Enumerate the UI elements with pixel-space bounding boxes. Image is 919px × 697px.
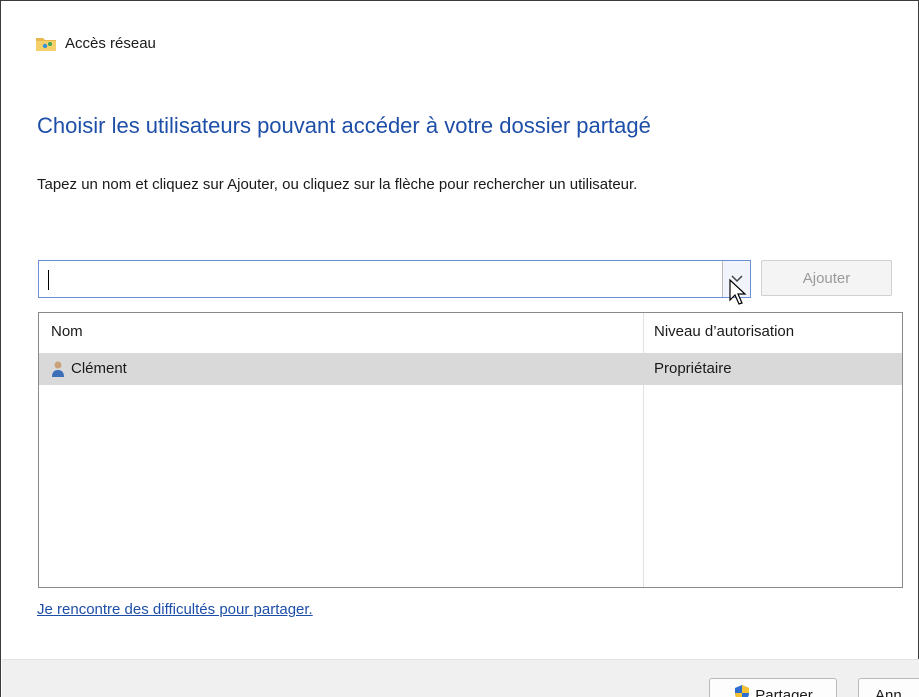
uac-shield-icon <box>733 684 751 697</box>
folder-share-icon <box>35 34 57 52</box>
share-dialog-window: Accès réseau Choisir les utilisateurs po… <box>0 0 919 697</box>
share-button[interactable]: Partager <box>709 678 837 697</box>
window-title: Accès réseau <box>65 34 156 52</box>
user-icon <box>51 360 65 378</box>
help-link[interactable]: Je rencontre des difficultés pour partag… <box>37 601 313 618</box>
instruction-text: Tapez un nom et cliquez sur Ajouter, ou … <box>37 176 638 193</box>
text-caret <box>48 270 49 290</box>
mouse-cursor-icon <box>728 278 748 308</box>
title-bar: Accès réseau <box>35 31 156 55</box>
add-user-button[interactable]: Ajouter <box>761 260 892 296</box>
table-row[interactable]: Clément Propriétaire <box>39 353 902 385</box>
share-button-label: Partager <box>755 686 813 697</box>
table-header: Nom Niveau d’autorisation <box>39 313 902 351</box>
column-header-name[interactable]: Nom <box>51 323 83 340</box>
user-name-input[interactable] <box>39 261 722 297</box>
page-title: Choisir les utilisateurs pouvant accéder… <box>37 113 651 138</box>
users-table: Nom Niveau d’autorisation Clément Propri… <box>38 312 903 588</box>
user-combobox[interactable] <box>38 260 751 298</box>
column-header-permission[interactable]: Niveau d’autorisation <box>654 323 794 340</box>
user-name-cell: Clément <box>71 360 127 377</box>
permission-cell[interactable]: Propriétaire <box>654 360 732 377</box>
cancel-button[interactable]: Ann <box>858 678 919 697</box>
